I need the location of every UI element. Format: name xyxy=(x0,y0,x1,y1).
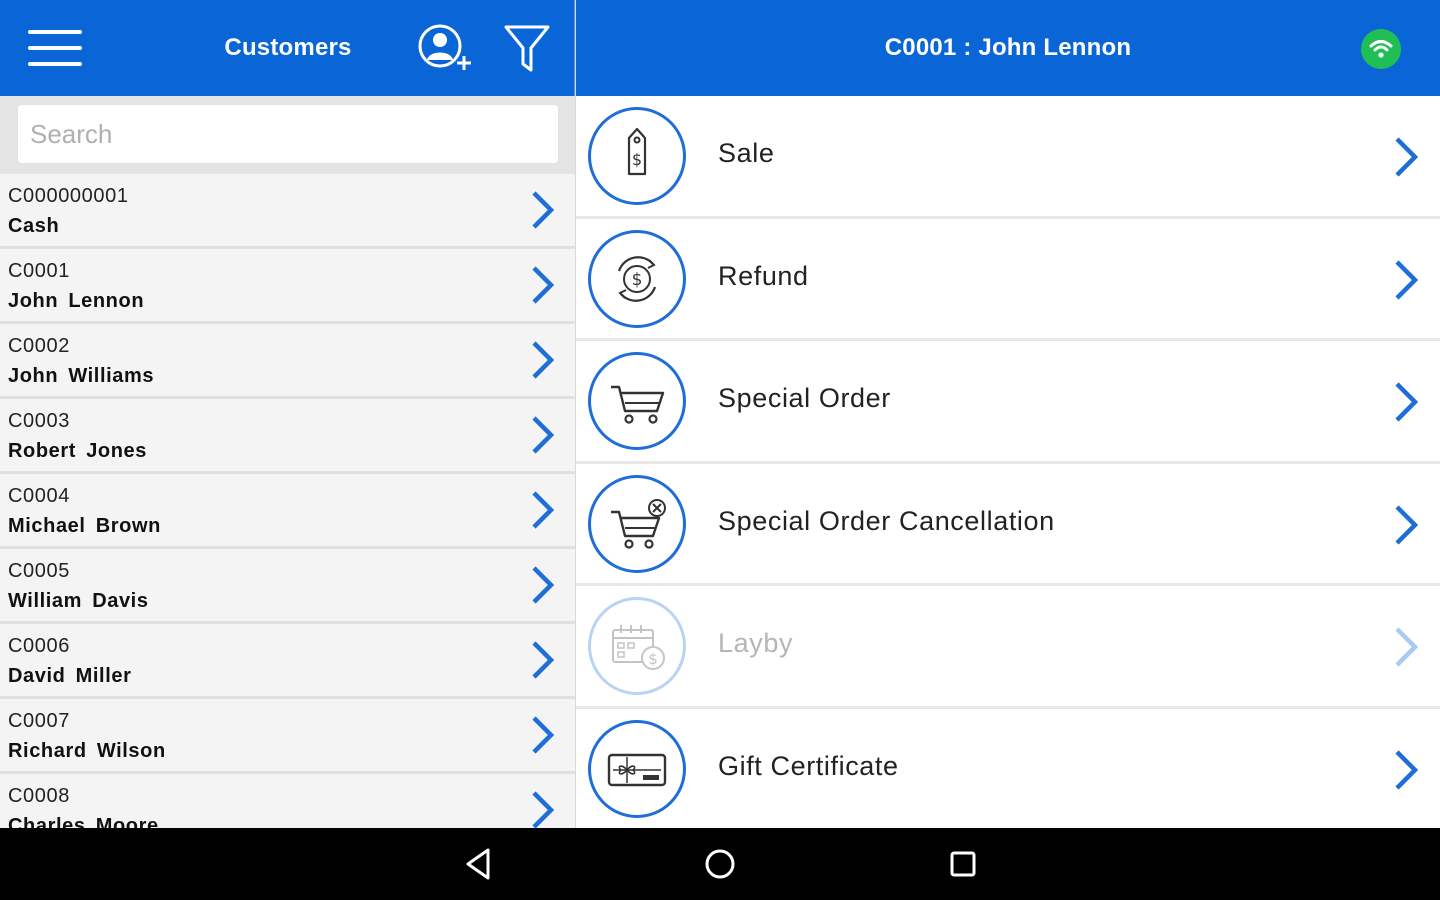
customer-code: C0003 xyxy=(8,410,70,432)
action-label: Refund xyxy=(718,260,809,291)
action-label: Gift Certificate xyxy=(718,750,899,781)
customer-row[interactable]: C0002 John Williams xyxy=(0,324,576,399)
wifi-icon xyxy=(1369,40,1393,58)
action-list: $ Sale $ Refund Special Order Special Or… xyxy=(576,96,1440,828)
calendar-dollar-icon: $ xyxy=(612,625,665,670)
back-triangle-icon xyxy=(466,848,490,880)
customer-row[interactable]: C000000001 Cash xyxy=(0,174,576,249)
cart-cancel-icon xyxy=(611,498,666,549)
chevron-right-icon xyxy=(532,641,555,679)
action-icon-circle xyxy=(588,719,686,818)
cart-icon xyxy=(611,385,665,424)
action-icon-circle: $ xyxy=(588,229,686,328)
customer-name: John Lennon xyxy=(8,290,145,312)
action-sale[interactable]: $ Sale xyxy=(576,96,1440,219)
action-special-order-cancellation[interactable]: Special Order Cancellation xyxy=(576,463,1440,586)
action-gift-certificate[interactable]: Gift Certificate xyxy=(576,708,1440,828)
chevron-right-icon xyxy=(1395,504,1419,545)
customer-name: William Davis xyxy=(8,590,149,612)
customers-title: Customers xyxy=(224,34,352,61)
customer-row[interactable]: C0004 Michael Brown xyxy=(0,474,576,549)
chevron-right-icon xyxy=(1395,137,1419,177)
customers-panel: Customers C000000001 Cash C0001 John Len… xyxy=(0,0,576,828)
svg-text:$: $ xyxy=(648,650,658,668)
action-label: Special Order Cancellation xyxy=(718,505,1055,536)
chevron-right-icon xyxy=(532,491,555,529)
customer-code: C000000001 xyxy=(8,185,129,207)
chevron-right-icon xyxy=(532,266,555,304)
search-input[interactable] xyxy=(18,105,558,163)
action-layby[interactable]: $ Layby xyxy=(576,586,1440,709)
customer-detail-panel: C0001 : John Lennon $ Sale $ Refund Spec… xyxy=(576,0,1440,828)
back-button[interactable] xyxy=(462,846,496,882)
add-user-icon xyxy=(418,24,471,70)
hamburger-menu-button[interactable] xyxy=(28,30,82,66)
customer-code: C0001 xyxy=(8,260,70,282)
chevron-right-icon xyxy=(1395,382,1419,422)
customer-row[interactable]: C0005 William Davis xyxy=(0,549,576,624)
customer-code: C0007 xyxy=(8,710,70,732)
chevron-right-icon xyxy=(532,416,555,454)
customer-name: Cash xyxy=(8,215,60,237)
action-icon-circle xyxy=(588,352,686,450)
customer-name: Robert Jones xyxy=(8,440,148,462)
gift-card-icon xyxy=(607,753,667,786)
home-button[interactable] xyxy=(703,847,737,881)
chevron-right-icon xyxy=(532,191,555,229)
customer-code: C0004 xyxy=(8,485,70,507)
action-icon-circle xyxy=(588,474,686,573)
action-label: Layby xyxy=(718,628,794,658)
detail-title: C0001 : John Lennon xyxy=(884,34,1132,61)
customer-code: C0008 xyxy=(8,785,70,807)
customer-name: John Williams xyxy=(8,365,155,387)
recent-apps-button[interactable] xyxy=(948,849,978,879)
customer-code: C0006 xyxy=(8,635,70,657)
action-refund[interactable]: $ Refund xyxy=(576,218,1440,341)
action-icon-circle: $ xyxy=(588,107,686,205)
svg-text:$: $ xyxy=(632,270,643,290)
refund-dollar-icon: $ xyxy=(617,255,657,302)
chevron-right-icon xyxy=(532,716,555,754)
recents-square-icon xyxy=(950,851,976,877)
connection-status xyxy=(1361,29,1401,69)
action-label: Special Order xyxy=(718,383,891,413)
price-tag-icon: $ xyxy=(627,127,647,176)
customer-name: Michael Brown xyxy=(8,515,161,537)
customers-header: Customers xyxy=(0,0,576,96)
chevron-right-icon xyxy=(532,341,555,379)
filter-button[interactable] xyxy=(504,24,550,74)
add-customer-button[interactable] xyxy=(418,24,476,74)
system-navigation-bar xyxy=(0,828,1440,900)
svg-text:$: $ xyxy=(632,150,642,169)
action-icon-circle: $ xyxy=(588,597,686,695)
chevron-right-icon xyxy=(532,566,555,604)
chevron-right-icon xyxy=(1395,627,1419,667)
customer-name: David Miller xyxy=(8,665,132,687)
customer-row[interactable]: C0001 John Lennon xyxy=(0,249,576,324)
customer-row[interactable]: C0006 David Miller xyxy=(0,624,576,699)
customer-code: C0005 xyxy=(8,560,70,582)
home-circle-icon xyxy=(705,849,735,879)
customer-row[interactable]: C0007 Richard Wilson xyxy=(0,699,576,774)
customer-name: Richard Wilson xyxy=(8,740,166,762)
action-label: Sale xyxy=(718,138,775,168)
chevron-right-icon xyxy=(1395,259,1419,300)
customer-row[interactable]: C0003 Robert Jones xyxy=(0,399,576,474)
customer-name: Charles Moore xyxy=(8,815,159,828)
chevron-right-icon xyxy=(1395,749,1419,790)
action-special-order[interactable]: Special Order xyxy=(576,341,1440,464)
search-bar xyxy=(0,96,576,174)
detail-header: C0001 : John Lennon xyxy=(576,0,1440,96)
customer-row[interactable]: C0008 Charles Moore xyxy=(0,774,576,828)
filter-icon xyxy=(504,25,550,72)
customer-list: C000000001 Cash C0001 John Lennon C0002 … xyxy=(0,174,576,828)
customer-code: C0002 xyxy=(8,335,70,357)
chevron-right-icon xyxy=(532,791,555,828)
